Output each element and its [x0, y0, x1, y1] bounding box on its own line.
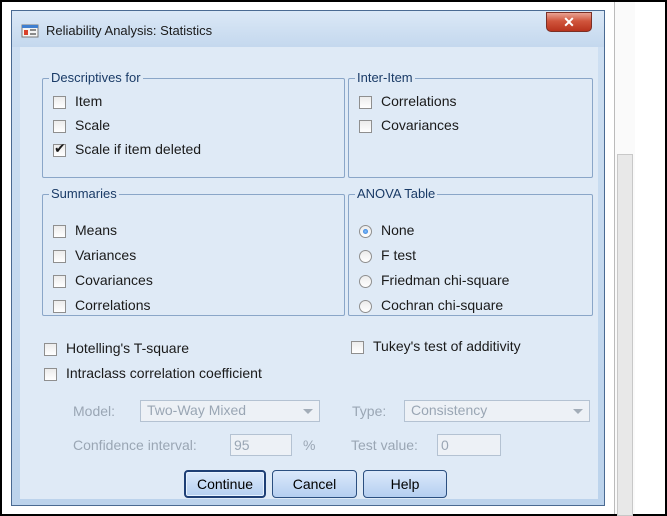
tukey-checkbox[interactable]	[351, 341, 364, 354]
anova-friedman-label[interactable]: Friedman chi-square	[381, 272, 509, 288]
anova-cochran-radio[interactable]	[359, 300, 372, 313]
reliability-statistics-dialog: Reliability Analysis: Statistics ✕ Descr…	[11, 10, 605, 506]
model-dropdown[interactable]: Two-Way Mixed	[140, 400, 320, 422]
confidence-interval-value: 95	[234, 437, 250, 453]
descriptives-group: Descriptives for Item Scale Scale if ite…	[42, 70, 345, 178]
item-label[interactable]: Item	[75, 93, 102, 109]
close-icon: ✕	[563, 14, 575, 30]
model-value: Two-Way Mixed	[147, 402, 247, 418]
model-label: Model:	[73, 403, 116, 419]
summaries-group: Summaries Means Variances Covariances Co…	[42, 186, 345, 316]
help-button[interactable]: Help	[363, 470, 447, 498]
summary-covariances-label[interactable]: Covariances	[75, 272, 153, 288]
background-scrollbar[interactable]	[614, 2, 635, 516]
type-value: Consistency	[411, 402, 488, 418]
scrollbar-thumb[interactable]	[617, 154, 633, 516]
hotelling-checkbox[interactable]	[44, 343, 57, 356]
scale-if-item-deleted-label[interactable]: Scale if item deleted	[75, 141, 201, 157]
anova-none-label[interactable]: None	[381, 222, 414, 238]
hotelling-label[interactable]: Hotelling's T-square	[66, 340, 189, 356]
test-value: 0	[441, 437, 449, 453]
inter-item-covariances-label[interactable]: Covariances	[381, 117, 459, 133]
confidence-interval-field[interactable]: 95	[230, 434, 292, 456]
scale-label[interactable]: Scale	[75, 117, 110, 133]
means-label[interactable]: Means	[75, 222, 117, 238]
anova-none-radio[interactable]	[359, 225, 372, 238]
test-value-field[interactable]: 0	[437, 434, 501, 456]
variances-checkbox[interactable]	[53, 250, 66, 263]
means-checkbox[interactable]	[53, 225, 66, 238]
summary-covariances-checkbox[interactable]	[53, 275, 66, 288]
spss-app-icon	[21, 24, 39, 38]
chevron-down-icon	[303, 409, 313, 414]
inter-item-covariances-checkbox[interactable]	[359, 120, 372, 133]
close-button[interactable]: ✕	[546, 12, 592, 32]
percent-label: %	[303, 437, 316, 453]
confidence-interval-label: Confidence interval:	[73, 437, 197, 453]
type-dropdown[interactable]: Consistency	[404, 400, 590, 422]
scale-if-item-deleted-checkbox[interactable]	[53, 141, 66, 157]
inter-item-correlations-checkbox[interactable]	[359, 96, 372, 109]
test-value-label: Test value:	[351, 437, 418, 453]
icc-label[interactable]: Intraclass correlation coefficient	[66, 365, 262, 381]
anova-f-test-label[interactable]: F test	[381, 247, 416, 263]
inter-item-group-title: Inter-Item	[355, 70, 415, 85]
inter-item-correlations-label[interactable]: Correlations	[381, 93, 456, 109]
item-checkbox[interactable]	[53, 96, 66, 109]
chevron-down-icon	[573, 409, 583, 414]
anova-group-title: ANOVA Table	[355, 186, 438, 201]
summaries-group-title: Summaries	[49, 186, 119, 201]
summary-correlations-checkbox[interactable]	[53, 300, 66, 313]
anova-table-group: ANOVA Table None F test Friedman chi-squ…	[348, 186, 593, 316]
title-bar: Reliability Analysis: Statistics ✕	[12, 11, 604, 47]
icc-checkbox[interactable]	[44, 368, 57, 381]
type-label: Type:	[352, 403, 387, 419]
tukey-label[interactable]: Tukey's test of additivity	[373, 338, 521, 354]
cancel-button[interactable]: Cancel	[272, 470, 357, 498]
dialog-title: Reliability Analysis: Statistics	[46, 23, 213, 38]
variances-label[interactable]: Variances	[75, 247, 136, 263]
continue-button[interactable]: Continue	[184, 470, 266, 498]
inter-item-group: Inter-Item Correlations Covariances	[348, 70, 593, 178]
scale-checkbox[interactable]	[53, 120, 66, 133]
descriptives-group-title: Descriptives for	[49, 70, 143, 85]
dialog-body: Descriptives for Item Scale Scale if ite…	[20, 47, 598, 499]
anova-cochran-label[interactable]: Cochran chi-square	[381, 297, 503, 313]
anova-f-test-radio[interactable]	[359, 250, 372, 263]
anova-friedman-radio[interactable]	[359, 275, 372, 288]
summary-correlations-label[interactable]: Correlations	[75, 297, 150, 313]
